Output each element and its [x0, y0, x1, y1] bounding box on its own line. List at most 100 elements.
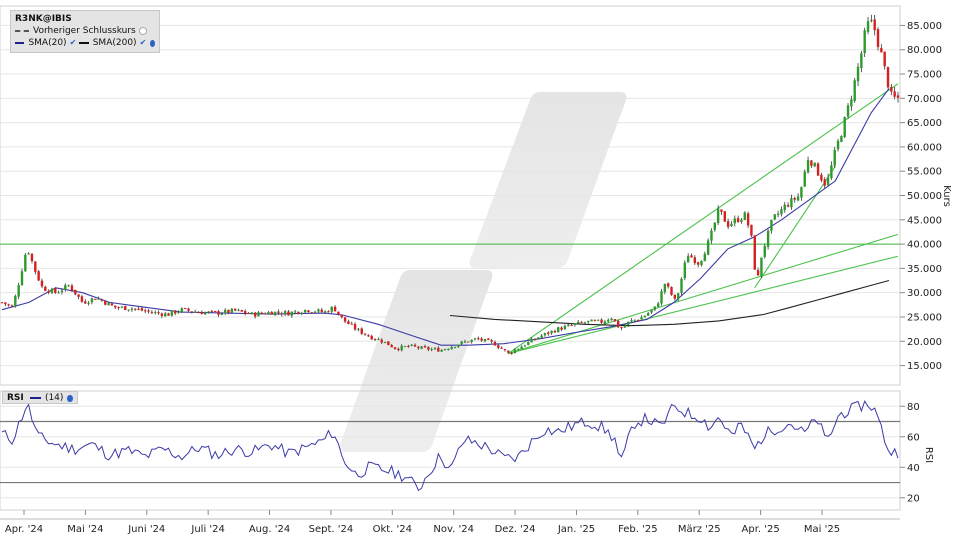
price-tick-label: 35.000: [907, 264, 942, 275]
legend-prev-close[interactable]: Vorheriger Schlusskurs: [15, 25, 155, 37]
chart-canvas: 15.000 20.000 25.000 30.000 35.000 40.000 45.0…: [0, 5, 952, 535]
toggle-dot-icon[interactable]: [138, 27, 147, 35]
candle-body: [270, 312, 273, 315]
candle-body: [553, 330, 557, 333]
candle-body: [803, 171, 806, 187]
legend-sma20-label[interactable]: SMA(20): [28, 37, 66, 49]
rsi-legend-period[interactable]: (14): [45, 392, 63, 404]
candle-body: [653, 306, 657, 310]
candle-body: [743, 212, 746, 220]
candle-body: [547, 332, 550, 334]
candle-body: [24, 254, 27, 272]
candle-body: [826, 177, 830, 185]
candle-body: [74, 289, 77, 295]
candle-body: [850, 99, 853, 107]
candle-body: [756, 270, 760, 276]
legend-sma200-label[interactable]: SMA(200): [93, 37, 137, 49]
candle-body: [513, 349, 517, 354]
candle-body: [130, 308, 134, 310]
candle-body: [517, 348, 520, 350]
check-icon[interactable]: ✔: [70, 37, 77, 49]
candle-body: [490, 340, 493, 342]
candle-body: [20, 271, 24, 286]
x-tick-label: Sept. '24: [309, 524, 354, 535]
candle-body: [247, 312, 250, 314]
candle-body: [766, 230, 770, 247]
candle-body: [34, 261, 37, 272]
x-tick-label: Apr. '24: [5, 524, 43, 535]
candle-body: [640, 317, 643, 320]
candle-body: [746, 213, 750, 226]
dashed-line-icon: [15, 30, 29, 32]
candle-body: [703, 253, 707, 262]
candle-body: [17, 285, 20, 297]
candle-body: [110, 303, 114, 306]
candle-body: [0, 302, 4, 304]
candle-body: [50, 288, 54, 293]
candle-body: [7, 304, 10, 306]
candle-body: [400, 345, 403, 351]
candle-body: [160, 313, 164, 316]
candle-body: [427, 347, 430, 350]
candle-body: [463, 341, 467, 343]
candle-body: [243, 311, 247, 314]
candle-body: [760, 257, 763, 276]
candle-body: [14, 295, 17, 307]
candle-body: [600, 319, 603, 323]
price-tick-label: 65.000: [907, 118, 942, 129]
price-tick-label: 30.000: [907, 288, 942, 299]
price-axis-title: Kurs: [941, 185, 952, 207]
watermark-logo: [339, 92, 627, 452]
candle-body: [570, 324, 573, 326]
candle-body: [223, 309, 227, 314]
black-line-icon: [79, 42, 89, 44]
sma200-line: [449, 279, 890, 327]
candle-body: [84, 301, 87, 304]
candle-body: [353, 324, 357, 330]
settings-dot-icon[interactable]: [67, 394, 73, 402]
candle-body: [580, 322, 583, 324]
price-tick-label: 25.000: [907, 312, 942, 323]
candle-body: [67, 285, 70, 287]
candle-body: [500, 347, 503, 349]
candle-body: [70, 285, 74, 291]
candle-body: [417, 346, 420, 349]
candle-body: [796, 196, 800, 201]
settings-dot-icon[interactable]: [150, 39, 155, 47]
candle-body: [627, 321, 630, 326]
check-icon[interactable]: ✔: [140, 37, 147, 49]
candle-body: [793, 198, 796, 200]
candle-body: [473, 338, 477, 340]
rsi-reference-lines: [0, 420, 900, 484]
rsi-y-axis: 20 40 60 80: [900, 402, 920, 504]
candle-body: [836, 140, 840, 150]
rsi-tick-label: 60: [907, 432, 920, 443]
candle-body: [510, 352, 513, 354]
rsi-tick-label: 80: [907, 402, 920, 413]
candle-body: [716, 208, 720, 223]
candle-body: [327, 311, 330, 313]
candle-body: [750, 224, 753, 236]
candle-body: [267, 312, 270, 314]
candle-body: [453, 346, 457, 348]
candle-body: [783, 204, 786, 211]
candle-body: [597, 319, 600, 321]
candle-body: [583, 322, 587, 324]
candle-body: [460, 341, 463, 345]
candle-body: [607, 319, 610, 322]
candle-body: [430, 349, 433, 351]
candle-body: [733, 218, 736, 224]
candle-body: [100, 299, 104, 301]
candle-body: [533, 339, 537, 341]
candle-body: [680, 278, 683, 293]
price-tick-label: 55.000: [907, 167, 942, 178]
candle-body: [287, 311, 290, 316]
candle-body: [493, 341, 497, 346]
candle-body: [763, 245, 766, 257]
candle-body: [390, 345, 393, 348]
candle-body: [893, 91, 896, 97]
price-tick-label: 40.000: [907, 240, 942, 251]
candle-body: [593, 320, 597, 322]
rsi-tick-label: 20: [907, 493, 920, 504]
candle-body: [483, 339, 487, 342]
